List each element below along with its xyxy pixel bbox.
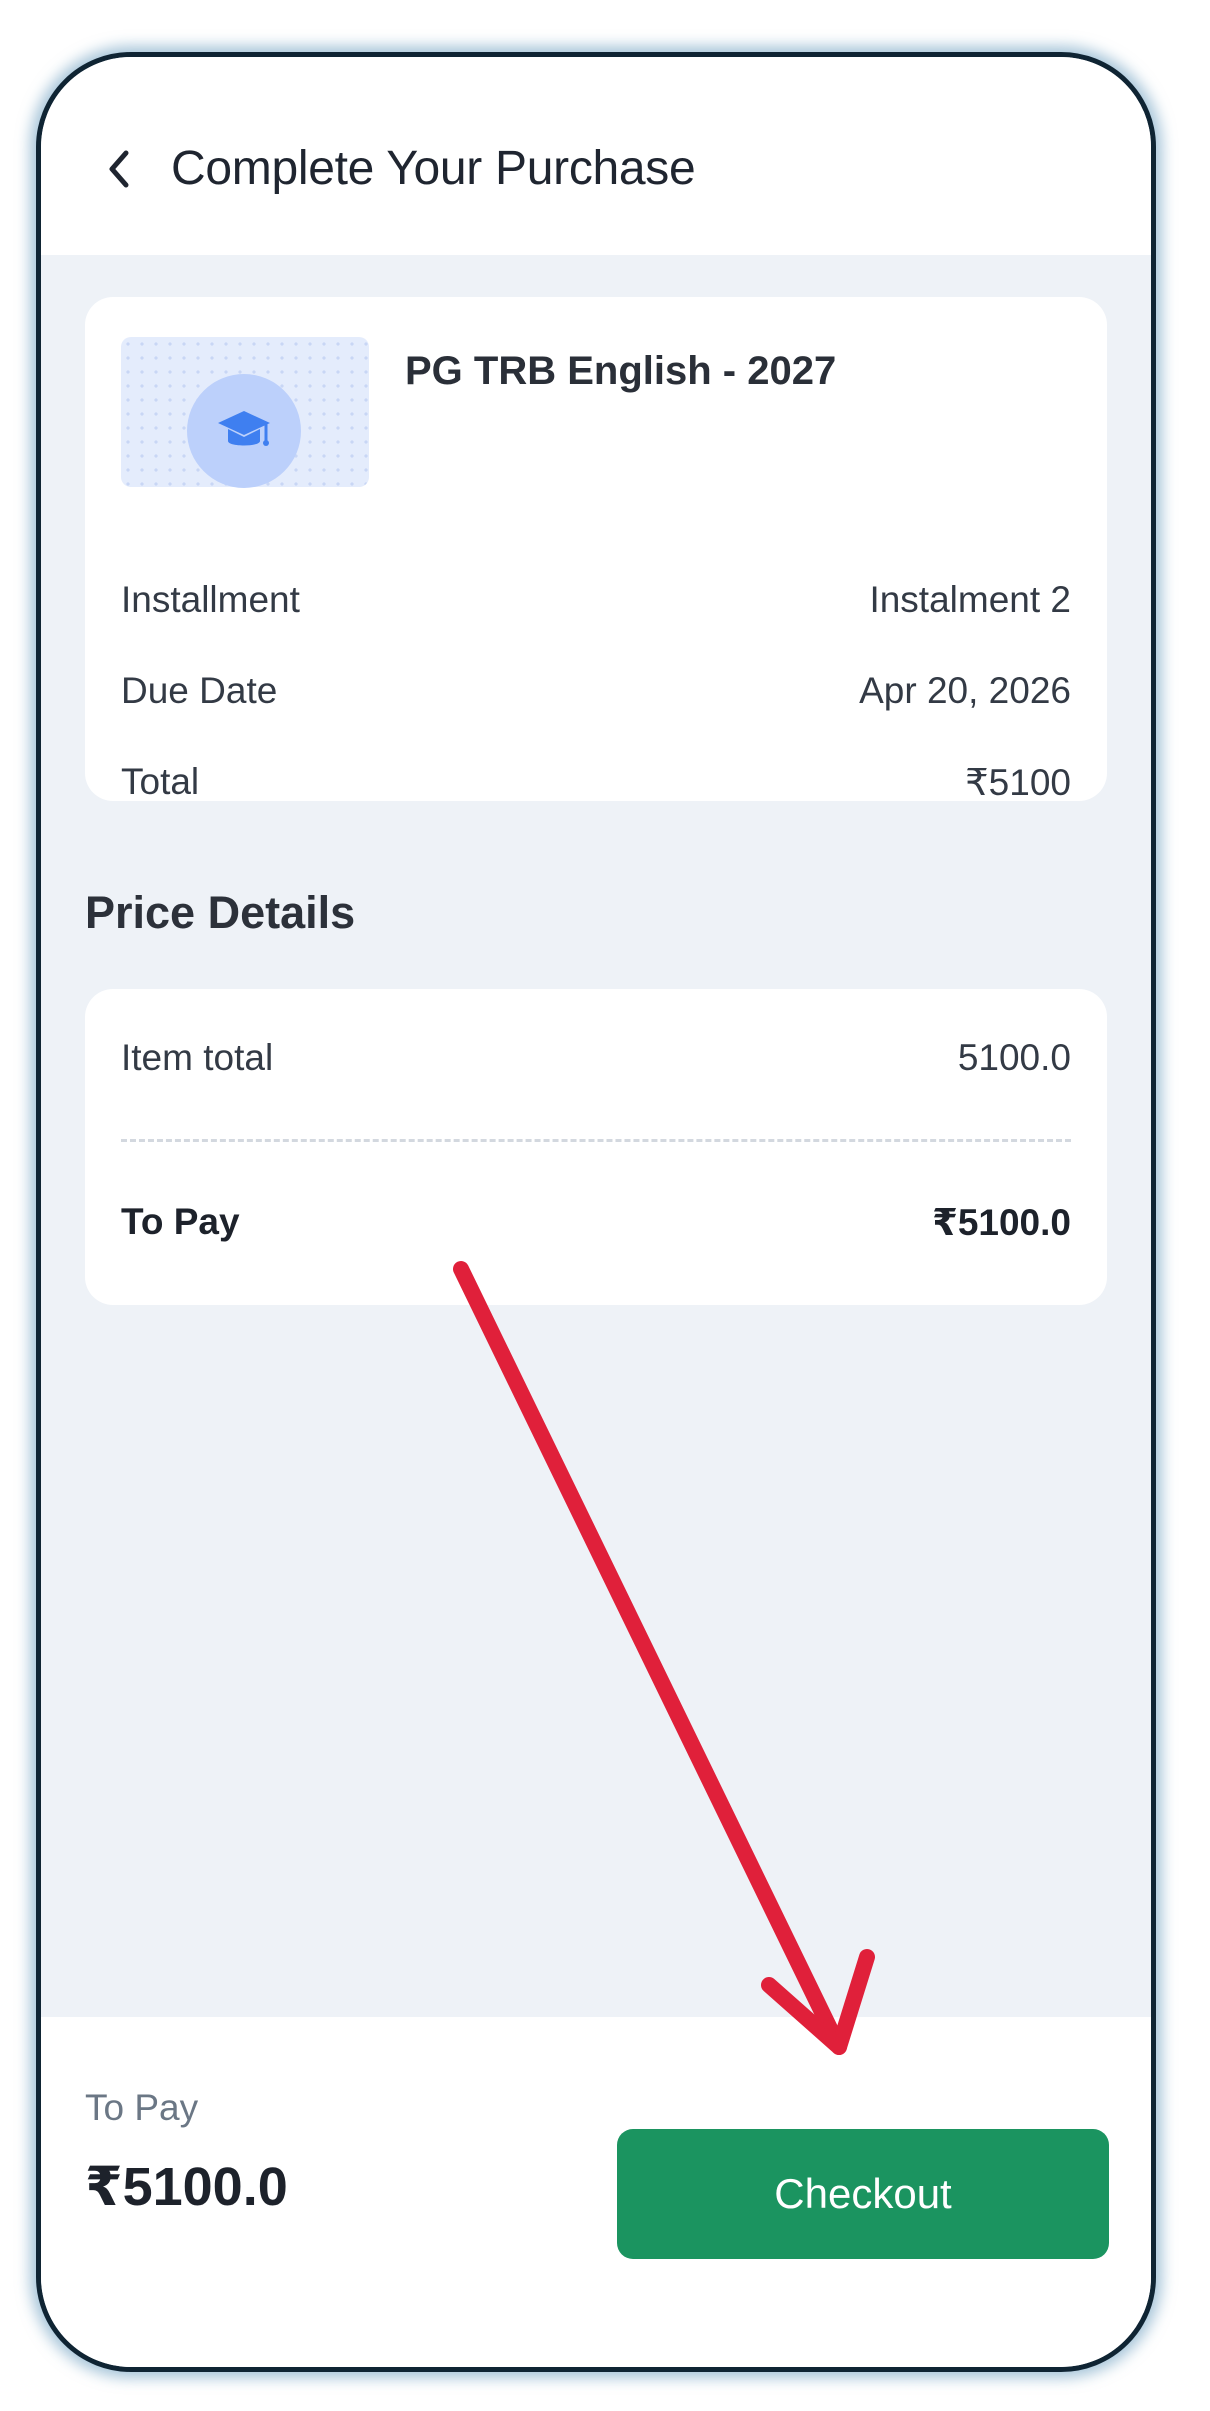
- to-pay-value: ₹5100.0: [932, 1202, 1071, 1243]
- phone-frame: Complete Your Purchase PG TRB English - …: [36, 52, 1156, 2372]
- divider: [121, 1139, 1071, 1142]
- total-value: ₹5100: [965, 762, 1071, 803]
- to-pay-row: To Pay ₹5100.0: [121, 1201, 1071, 1244]
- chevron-left-icon[interactable]: [93, 139, 145, 199]
- course-thumbnail: [121, 337, 369, 488]
- checkout-bar: To Pay ₹5100.0 Checkout: [41, 2017, 1151, 2367]
- item-total-value: 5100.0: [957, 1037, 1071, 1078]
- installment-label: Installment: [121, 579, 300, 620]
- item-total-row: Item total 5100.0: [121, 1037, 1071, 1079]
- bottom-to-pay-label: To Pay: [85, 2087, 199, 2128]
- course-title: PG TRB English - 2027: [405, 349, 837, 393]
- price-details-heading: Price Details: [85, 887, 356, 938]
- price-details-card: Item total 5100.0 To Pay ₹5100.0: [85, 989, 1107, 1305]
- app-header: Complete Your Purchase: [41, 57, 1151, 255]
- due-date-label: Due Date: [121, 670, 278, 711]
- checkout-button[interactable]: Checkout: [617, 2129, 1109, 2259]
- course-thumbnail-badge: [187, 374, 301, 488]
- installment-value: Instalment 2: [869, 579, 1071, 620]
- total-label: Total: [121, 761, 200, 802]
- due-date-row: Due Date Apr 20, 2026: [121, 670, 1071, 712]
- total-row: Total ₹5100: [121, 761, 1071, 804]
- item-total-label: Item total: [121, 1037, 274, 1078]
- to-pay-label: To Pay: [121, 1201, 240, 1242]
- installment-row: Installment Instalment 2: [121, 579, 1071, 621]
- due-date-value: Apr 20, 2026: [859, 670, 1071, 711]
- bottom-to-pay-amount: ₹5100.0: [85, 2157, 288, 2217]
- page-title: Complete Your Purchase: [171, 142, 696, 195]
- graduation-cap-icon: [218, 411, 270, 446]
- course-summary-card: PG TRB English - 2027 Installment Instal…: [85, 297, 1107, 804]
